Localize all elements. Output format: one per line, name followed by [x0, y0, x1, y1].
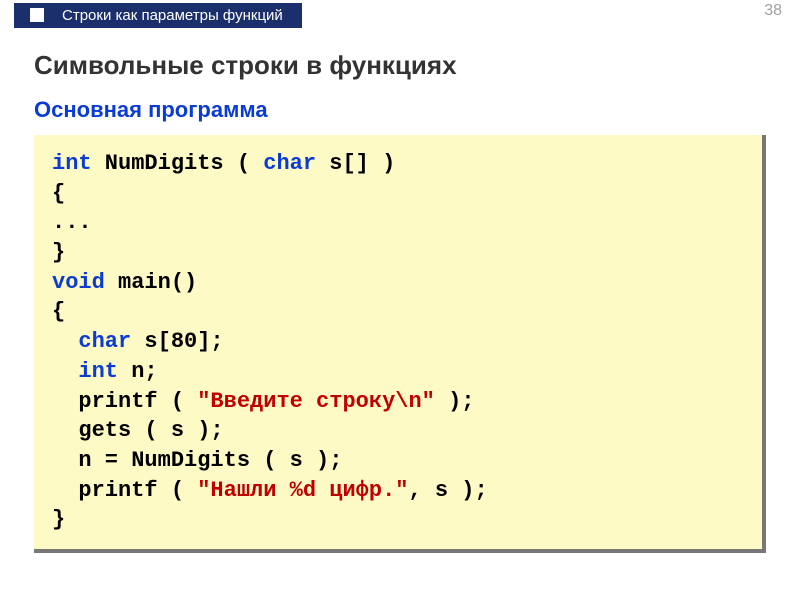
keyword-int: int: [52, 151, 92, 176]
string-literal: "Нашли %d цифр.": [197, 478, 408, 503]
string-literal: "Введите строку\n": [197, 389, 435, 414]
code-text: [52, 329, 78, 354]
code-text: n = NumDigits ( s );: [52, 448, 342, 473]
code-text: }: [52, 507, 65, 532]
page-title: Символьные строки в функциях: [34, 50, 766, 81]
code-text: printf (: [52, 478, 197, 503]
code-text: );: [435, 389, 475, 414]
keyword-char: char: [78, 329, 131, 354]
code-block: int NumDigits ( char s[] ) { ... } void …: [34, 135, 766, 553]
keyword-void: void: [52, 270, 105, 295]
code-text: n;: [118, 359, 158, 384]
code-text: s[] ): [316, 151, 395, 176]
code-text: , s );: [408, 478, 487, 503]
code-text: printf (: [52, 389, 197, 414]
code-text: NumDigits (: [92, 151, 264, 176]
keyword-char: char: [263, 151, 316, 176]
code-text: gets ( s );: [52, 418, 224, 443]
code-text: }: [52, 240, 65, 265]
page-number: 38: [764, 2, 782, 20]
header-bullet-box: [28, 6, 46, 24]
code-text: {: [52, 181, 65, 206]
code-text: [52, 359, 78, 384]
breadcrumb: Строки как параметры функций: [14, 3, 302, 28]
code-text: s[80];: [131, 329, 223, 354]
slide-content: Символьные строки в функциях Основная пр…: [0, 30, 800, 553]
keyword-int: int: [78, 359, 118, 384]
slide-header: Строки как параметры функций 38: [0, 0, 800, 30]
section-subtitle: Основная программа: [34, 97, 766, 123]
code-text: ...: [52, 210, 92, 235]
code-text: {: [52, 299, 65, 324]
code-text: main(): [105, 270, 197, 295]
